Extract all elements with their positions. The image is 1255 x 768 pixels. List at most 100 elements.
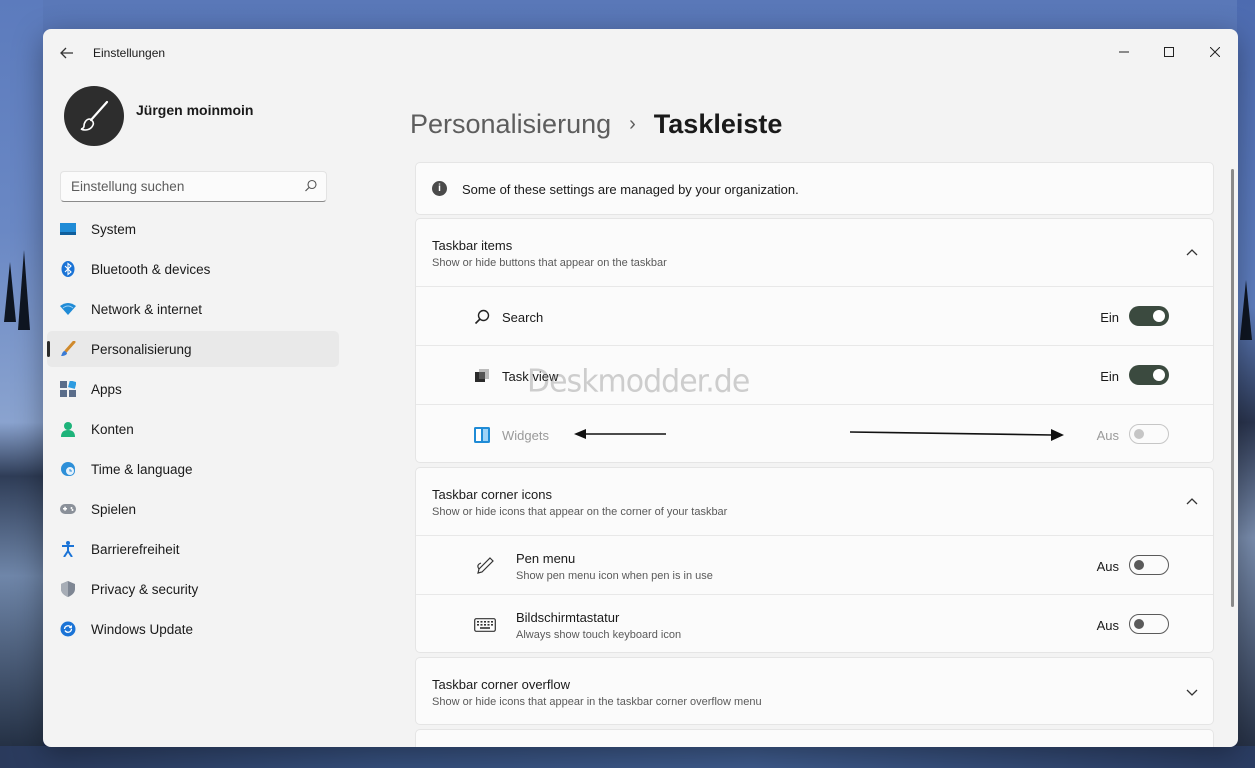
minimize-icon (1119, 51, 1129, 53)
row-description: Always show touch keyboard icon (516, 629, 682, 641)
toggle-state: Ein (1100, 369, 1119, 384)
search-icon (473, 308, 491, 326)
sidebar-item-privacy[interactable]: Privacy & security (47, 571, 339, 607)
chevron-right-icon: › (629, 113, 636, 135)
sidebar-item-label: Spielen (91, 501, 137, 517)
search-input[interactable] (61, 172, 291, 201)
globe-clock-icon (60, 461, 76, 477)
corner-icons-header[interactable]: Taskbar corner icons Show or hide icons … (416, 468, 1213, 535)
row-title: Bildschirmtastatur (516, 610, 620, 625)
search-row: Search Ein (416, 286, 1213, 345)
minimize-button[interactable] (1101, 37, 1147, 67)
maximize-button[interactable] (1146, 37, 1192, 67)
taskbar-items-header[interactable]: Taskbar items Show or hide buttons that … (416, 219, 1213, 286)
close-button[interactable] (1192, 37, 1238, 67)
tree-silhouette (4, 262, 16, 322)
corner-overflow-header[interactable]: Taskbar corner overflow Show or hide ico… (416, 658, 1213, 725)
app-title: Einstellungen (93, 46, 166, 60)
sidebar-item-system[interactable]: System (47, 211, 339, 247)
paintbrush-icon (80, 100, 109, 131)
sidebar-item-time-language[interactable]: Time & language (47, 451, 339, 487)
search-box[interactable] (60, 171, 327, 202)
corner-overflow-section[interactable]: Taskbar corner overflow Show or hide ico… (415, 657, 1214, 725)
next-section-card[interactable] (415, 729, 1214, 747)
row-label: Widgets (502, 428, 549, 443)
sidebar-item-bluetooth[interactable]: Bluetooth & devices (47, 251, 339, 287)
system-icon (60, 221, 76, 237)
gamepad-icon (60, 501, 76, 517)
bluetooth-icon (60, 261, 76, 277)
sidebar-item-label: Time & language (91, 461, 193, 477)
sidebar-item-apps[interactable]: Apps (47, 371, 339, 407)
breadcrumb-parent[interactable]: Personalisierung (410, 109, 611, 140)
widgets-icon (473, 426, 491, 444)
task-view-toggle[interactable] (1129, 365, 1169, 385)
widgets-row: Widgets Aus (416, 404, 1213, 463)
search-toggle[interactable] (1129, 306, 1169, 326)
sidebar-item-label: Apps (91, 381, 122, 397)
sidebar-item-konten[interactable]: Konten (47, 411, 339, 447)
accessibility-icon (60, 541, 76, 557)
sidebar-item-spielen[interactable]: Spielen (47, 491, 339, 527)
section-title: Taskbar items (432, 238, 513, 253)
sidebar-item-label: Privacy & security (91, 581, 199, 597)
sidebar-item-label: Network & internet (91, 301, 203, 317)
sidebar-item-label: Konten (91, 421, 134, 437)
managed-info-card: i Some of these settings are managed by … (415, 162, 1214, 215)
row-description: Show pen menu icon when pen is in use (516, 570, 713, 582)
touch-keyboard-row: Bildschirmtastatur Always show touch key… (416, 594, 1213, 653)
widgets-toggle (1129, 424, 1169, 444)
apps-icon (60, 381, 76, 397)
sidebar-item-network[interactable]: Network & internet (47, 291, 339, 327)
avatar[interactable] (64, 86, 124, 146)
keyboard-icon (474, 615, 496, 635)
section-subtitle: Show or hide icons that appear in the ta… (432, 696, 762, 708)
task-view-icon (473, 367, 491, 385)
toggle-state: Aus (1096, 618, 1119, 633)
tree-silhouette (18, 250, 30, 330)
sidebar-item-personalisierung[interactable]: Personalisierung (47, 331, 339, 367)
maximize-icon (1164, 47, 1174, 57)
settings-window: Einstellungen Jürgen moinmoin System Blu… (43, 29, 1238, 747)
back-button[interactable] (57, 43, 77, 63)
pen-icon (474, 556, 496, 576)
chevron-down-icon[interactable] (1185, 685, 1199, 699)
sidebar-nav: System Bluetooth & devices Network & int… (47, 211, 339, 651)
toggle-state: Ein (1100, 310, 1119, 325)
sidebar-item-label: System (91, 221, 137, 237)
desktop-background-left (0, 0, 43, 768)
account-icon (60, 421, 76, 437)
chevron-up-icon[interactable] (1185, 246, 1199, 260)
section-title: Taskbar corner overflow (432, 677, 570, 692)
annotation-arrow-left (574, 429, 666, 439)
breadcrumb: Personalisierung › Taskleiste (410, 109, 782, 140)
desktop-background-bottom (0, 746, 1255, 768)
chevron-up-icon[interactable] (1185, 495, 1199, 509)
sidebar-item-barrierefreiheit[interactable]: Barrierefreiheit (47, 531, 339, 567)
row-label: Search (502, 310, 544, 325)
section-title: Taskbar corner icons (432, 487, 552, 502)
pen-menu-toggle[interactable] (1129, 555, 1169, 575)
touch-keyboard-toggle[interactable] (1129, 614, 1169, 634)
taskbar-items-section: Taskbar items Show or hide buttons that … (415, 218, 1214, 463)
tree-silhouette (1240, 280, 1252, 340)
sidebar-item-label: Barrierefreiheit (91, 541, 180, 557)
desktop-background-right (1237, 0, 1255, 768)
info-icon: i (432, 181, 447, 196)
sidebar-item-label: Personalisierung (91, 341, 192, 357)
sidebar-item-windows-update[interactable]: Windows Update (47, 611, 339, 647)
info-text: Some of these settings are managed by yo… (462, 182, 799, 197)
annotation-arrow-right (849, 429, 1064, 441)
user-name: Jürgen moinmoin (136, 102, 254, 118)
sidebar-item-label: Bluetooth & devices (91, 261, 211, 277)
update-icon (60, 621, 76, 637)
title-bar: Einstellungen (43, 29, 1238, 77)
sidebar-item-label: Windows Update (91, 621, 194, 637)
row-title: Pen menu (516, 551, 576, 566)
section-subtitle: Show or hide buttons that appear on the … (432, 257, 667, 269)
close-icon (1210, 47, 1220, 57)
page-title: Taskleiste (653, 109, 783, 139)
search-icon[interactable] (304, 179, 318, 193)
wifi-icon (60, 301, 76, 317)
scrollbar[interactable] (1231, 169, 1234, 607)
